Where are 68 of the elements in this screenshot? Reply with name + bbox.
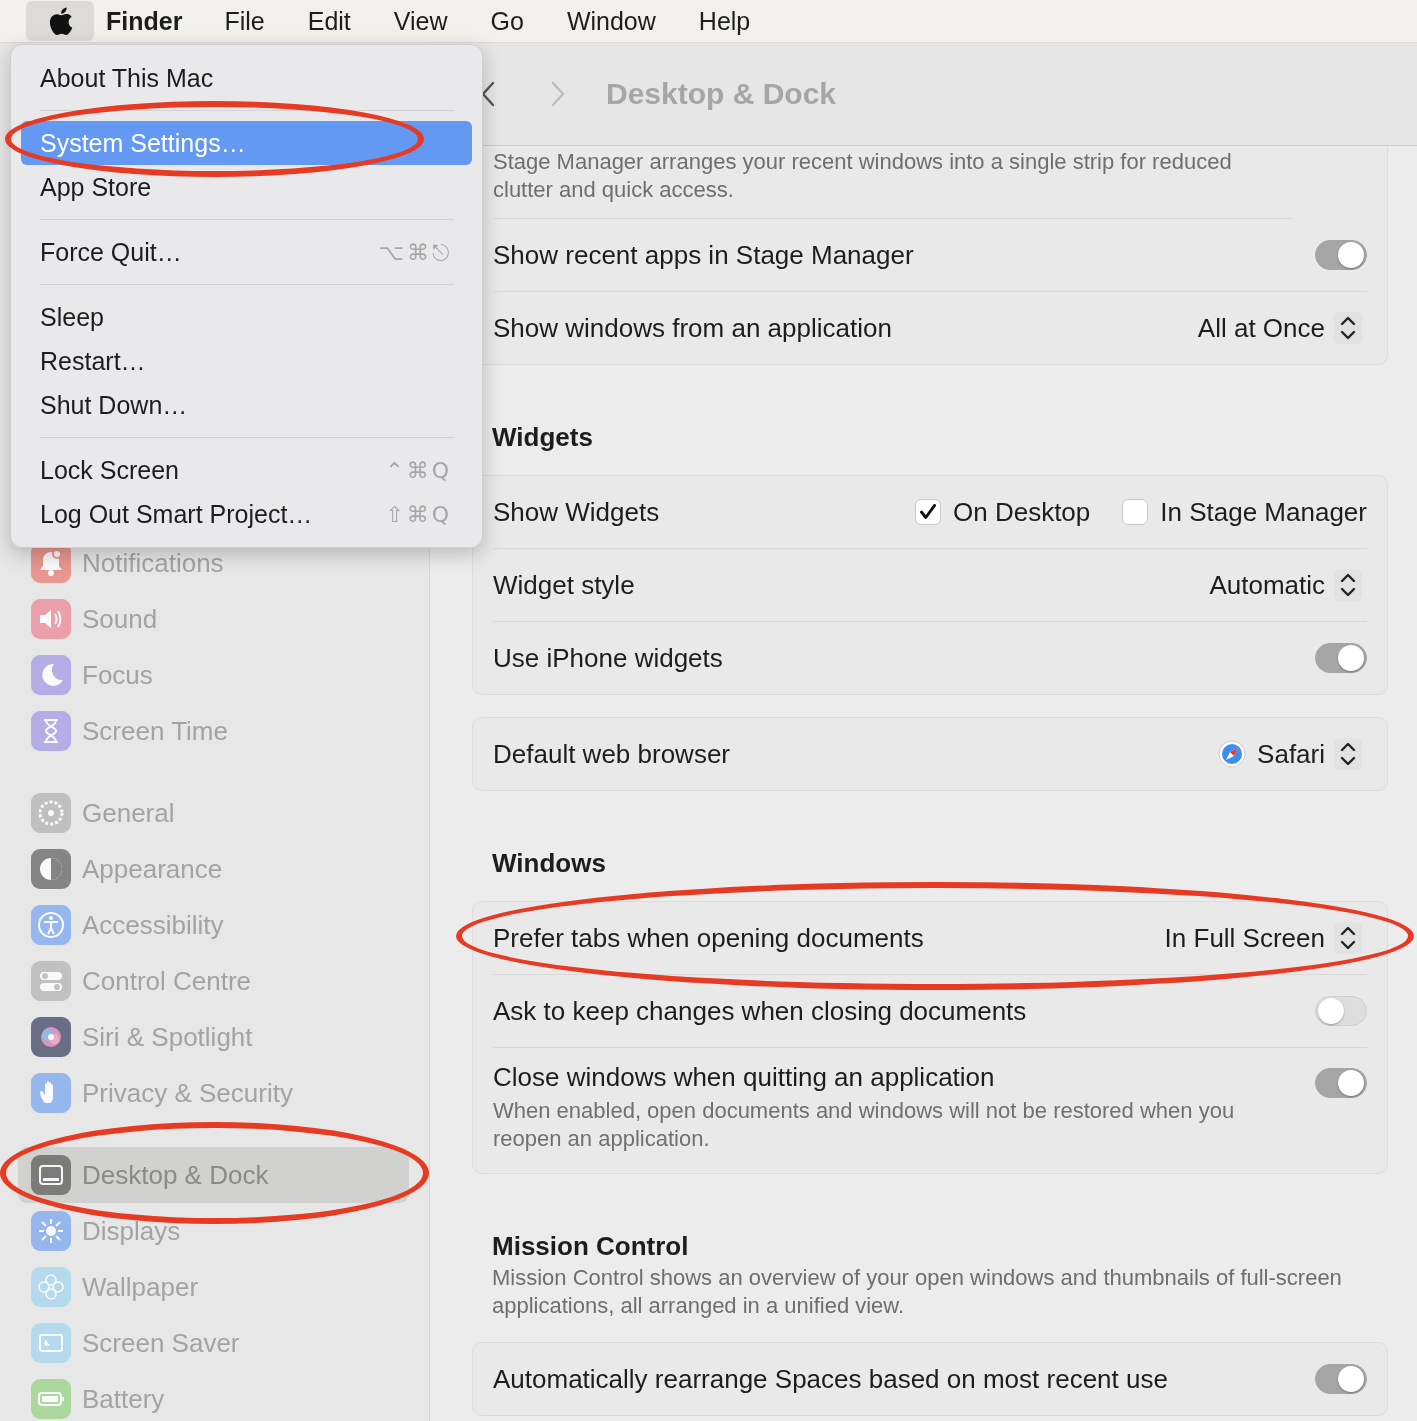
checkbox[interactable] bbox=[915, 499, 941, 525]
setting-description: When enabled, open documents and windows will not be restored when you reopen an application. bbox=[493, 1097, 1236, 1153]
menu-item[interactable]: Restart… bbox=[21, 339, 472, 383]
popup-button[interactable]: All at Once bbox=[1197, 311, 1363, 345]
menu-item[interactable]: Force Quit… ⌥⌘⎋ bbox=[21, 230, 472, 274]
toggle-switch[interactable] bbox=[1315, 996, 1367, 1026]
app-name-menu[interactable]: Finder bbox=[106, 6, 183, 36]
menu-bar-item[interactable]: Go bbox=[490, 6, 524, 36]
menu-item[interactable]: App Store bbox=[21, 165, 472, 209]
checkbox-option[interactable]: In Stage Manager bbox=[1122, 496, 1367, 528]
section-description: Mission Control shows an overview of your open windows and thumbnails of full-screen applications, all arranged in a unified view. bbox=[492, 1264, 1342, 1320]
window-title: Desktop & Dock bbox=[606, 77, 837, 111]
moon-icon bbox=[31, 655, 71, 695]
menu-item[interactable]: Shut Down… bbox=[21, 383, 472, 427]
description-text: Stage Manager arranges your recent windows into a single strip for reduced clutter and quick access. bbox=[493, 146, 1293, 219]
setting-label: Close windows when quitting an application bbox=[493, 1062, 996, 1093]
section-heading: Widgets bbox=[492, 421, 594, 453]
section-heading: Mission Control bbox=[492, 1230, 690, 1262]
menu-bar-item[interactable]: Edit bbox=[307, 6, 351, 36]
stepper-icon bbox=[1333, 568, 1363, 602]
keyboard-shortcut: ⌥⌘⎋ bbox=[378, 239, 452, 265]
popup-button[interactable]: Safari bbox=[1217, 737, 1363, 771]
toggle-switch[interactable] bbox=[1315, 240, 1367, 270]
flower-icon bbox=[31, 1267, 71, 1307]
setting-label: Use iPhone widgets bbox=[493, 642, 723, 674]
hand-icon bbox=[31, 1073, 71, 1113]
popup-button[interactable]: In Full Screen bbox=[1164, 921, 1363, 955]
section-heading: Windows bbox=[492, 847, 607, 879]
sun-icon bbox=[31, 1211, 71, 1251]
screen-icon bbox=[31, 1323, 71, 1363]
toggle-switch[interactable] bbox=[1315, 1068, 1367, 1098]
gear-icon bbox=[31, 793, 71, 833]
menu-item[interactable]: About This Mac bbox=[21, 56, 472, 100]
speaker-icon bbox=[31, 599, 71, 639]
menu-bar-item[interactable]: Help bbox=[698, 6, 751, 36]
setting-label: Default web browser bbox=[493, 738, 730, 770]
menu-item[interactable]: Sleep bbox=[21, 295, 472, 339]
checkbox[interactable] bbox=[1122, 499, 1149, 525]
menu-bar-item[interactable]: Window bbox=[566, 6, 656, 36]
setting-label: Prefer tabs when opening documents bbox=[493, 922, 924, 954]
compass-icon bbox=[1217, 739, 1248, 769]
keyboard-shortcut: ⌃⌘Q bbox=[385, 457, 452, 483]
menu-bar-item[interactable]: View bbox=[393, 6, 448, 36]
menu-item[interactable]: Lock Screen ⌃⌘Q bbox=[21, 448, 472, 492]
stepper-icon bbox=[1333, 311, 1363, 345]
checkbox-option[interactable]: On Desktop bbox=[915, 496, 1091, 528]
battery-icon bbox=[31, 1379, 71, 1419]
stepper-icon bbox=[1333, 921, 1363, 955]
switches-icon bbox=[31, 961, 71, 1001]
setting-label: Show windows from an application bbox=[493, 312, 892, 344]
toggle-switch[interactable] bbox=[1315, 1364, 1367, 1394]
apple-menu-button[interactable] bbox=[26, 1, 94, 41]
popup-button[interactable]: Automatic bbox=[1209, 568, 1363, 602]
keyboard-shortcut: ⇧⌘Q bbox=[385, 501, 452, 527]
menu-bar-item[interactable]: File bbox=[224, 6, 265, 36]
stepper-icon bbox=[1333, 737, 1363, 771]
menu-item[interactable]: Log Out Smart Project… ⇧⌘Q bbox=[21, 492, 472, 536]
hourglass-icon bbox=[31, 711, 71, 751]
setting-label: Show recent apps in Stage Manager bbox=[493, 239, 914, 271]
accessibility-icon bbox=[31, 905, 71, 945]
setting-label: Ask to keep changes when closing documents bbox=[493, 995, 1027, 1027]
back-icon[interactable] bbox=[480, 80, 496, 108]
setting-label: Show Widgets bbox=[493, 496, 660, 528]
orb-icon bbox=[31, 1017, 71, 1057]
setting-label: Automatically rearrange Spaces based on most recent use bbox=[493, 1363, 1168, 1395]
toggle-switch[interactable] bbox=[1315, 643, 1367, 673]
setting-label: Widget style bbox=[493, 569, 635, 601]
window-icon bbox=[31, 1155, 71, 1195]
